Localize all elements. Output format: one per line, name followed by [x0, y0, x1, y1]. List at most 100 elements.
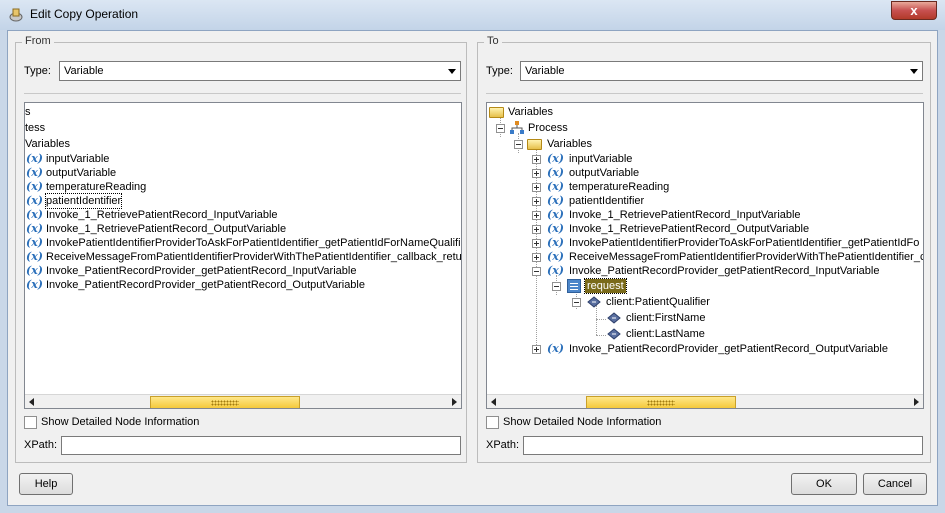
tree-guide-line	[536, 149, 537, 351]
tree-label: Variables	[508, 106, 554, 118]
scroll-left-button[interactable]	[25, 395, 40, 408]
from-xpath-label: XPath:	[24, 439, 58, 451]
tree-label: InvokePatientIdentifierProviderToAskForP…	[46, 237, 461, 249]
chevron-down-icon	[448, 69, 456, 74]
tree-label: Invoke_1_RetrievePatientRecord_OutputVar…	[569, 223, 810, 235]
tree-label: Variables	[25, 138, 71, 150]
tree-label: Process	[528, 122, 568, 134]
expand-icon[interactable]	[532, 155, 541, 164]
close-button[interactable]: x	[891, 1, 937, 20]
tree-label: client:PatientQualifier	[606, 296, 710, 308]
from-separator	[24, 93, 461, 94]
variable-x-icon: (x)	[547, 342, 564, 355]
expand-icon[interactable]	[532, 345, 541, 354]
to-xpath-input[interactable]	[523, 436, 923, 455]
window-title: Edit Copy Operation	[30, 7, 139, 21]
variable-x-icon: (x)	[547, 236, 564, 249]
collapse-icon[interactable]	[496, 124, 505, 133]
tree-label: Invoke_PatientRecordProvider_getPatientR…	[46, 265, 357, 277]
variable-x-icon: (x)	[547, 264, 564, 277]
dialog-body: From Type: Variable s tess Variables (x)…	[7, 30, 938, 506]
process-icon	[510, 121, 524, 134]
cancel-button[interactable]: Cancel	[863, 473, 927, 495]
arrow-right-icon	[452, 398, 457, 406]
ok-button[interactable]: OK	[791, 473, 857, 495]
from-show-details-label: Show Detailed Node Information	[41, 416, 200, 428]
tree-guide-line	[596, 305, 597, 335]
tree-label: ReceiveMessageFromPatientIdentifierProvi…	[569, 251, 924, 263]
variable-x-icon: (x)	[26, 250, 43, 263]
variable-x-icon: (x)	[26, 278, 43, 291]
grip-icon	[647, 400, 675, 406]
variable-x-icon: (x)	[26, 236, 43, 249]
grip-icon	[211, 400, 239, 406]
element-diamond-icon	[587, 296, 601, 308]
to-separator	[486, 93, 923, 94]
tree-label: Invoke_1_RetrievePatientRecord_InputVari…	[569, 209, 801, 221]
expand-icon[interactable]	[532, 253, 541, 262]
to-type-value: Variable	[525, 65, 565, 77]
element-diamond-icon	[607, 328, 621, 340]
expand-icon[interactable]	[532, 169, 541, 178]
tree-label: Invoke_PatientRecordProvider_getPatientR…	[569, 265, 880, 277]
from-tree[interactable]: s tess Variables (x) inputVariable (x) out…	[24, 102, 462, 409]
to-show-details-checkbox[interactable]	[486, 416, 499, 429]
variable-x-icon: (x)	[547, 152, 564, 165]
tree-label: inputVariable	[569, 153, 633, 165]
tree-label: inputVariable	[46, 153, 110, 165]
variable-x-icon: (x)	[547, 166, 564, 179]
expand-icon[interactable]	[532, 225, 541, 234]
from-type-select[interactable]: Variable	[59, 61, 461, 81]
from-show-details-checkbox[interactable]	[24, 416, 37, 429]
variable-x-icon: (x)	[547, 180, 564, 193]
collapse-icon[interactable]	[552, 282, 561, 291]
help-button[interactable]: Help	[19, 473, 73, 495]
tree-guide-line	[596, 319, 606, 320]
scroll-right-button[interactable]	[908, 395, 923, 408]
title-bar: Edit Copy Operation x	[0, 0, 945, 30]
to-horizontal-scrollbar[interactable]	[487, 394, 923, 408]
app-icon	[9, 8, 23, 22]
expand-icon[interactable]	[532, 239, 541, 248]
expand-icon[interactable]	[532, 183, 541, 192]
tree-label-selected: request	[584, 278, 627, 294]
tree-label: InvokePatientIdentifierProviderToAskForP…	[569, 237, 920, 249]
to-type-label: Type:	[486, 65, 513, 77]
to-show-details-label: Show Detailed Node Information	[503, 416, 662, 428]
scroll-left-button[interactable]	[487, 395, 502, 408]
tree-label: patientIdentifier	[569, 195, 645, 207]
collapse-icon[interactable]	[572, 298, 581, 307]
from-xpath-input[interactable]	[61, 436, 461, 455]
tree-label: Invoke_1_RetrievePatientRecord_OutputVar…	[46, 223, 287, 235]
tree-label: outputVariable	[569, 167, 640, 179]
expand-icon[interactable]	[532, 197, 541, 206]
variable-x-icon: (x)	[547, 208, 564, 221]
variable-x-icon: (x)	[26, 194, 43, 207]
variable-x-icon: (x)	[26, 264, 43, 277]
collapse-icon[interactable]	[532, 267, 541, 276]
variable-x-icon: (x)	[26, 152, 43, 165]
to-tree[interactable]: Variables Process Variables (x) inputVari…	[486, 102, 924, 409]
from-horizontal-scrollbar[interactable]	[25, 394, 461, 408]
scroll-right-button[interactable]	[446, 395, 461, 408]
tree-label: Invoke_PatientRecordProvider_getPatientR…	[46, 279, 365, 291]
scroll-thumb[interactable]	[150, 396, 300, 408]
from-group-title: From	[22, 35, 54, 47]
chevron-down-icon	[910, 69, 918, 74]
collapse-icon[interactable]	[514, 140, 523, 149]
expand-icon[interactable]	[532, 211, 541, 220]
variable-x-icon: (x)	[547, 250, 564, 263]
tree-label: Variables	[547, 138, 593, 150]
variable-x-icon: (x)	[26, 180, 43, 193]
element-diamond-icon	[607, 312, 621, 324]
to-type-select[interactable]: Variable	[520, 61, 923, 81]
arrow-left-icon	[491, 398, 496, 406]
from-group: From Type: Variable s tess Variables (x)…	[15, 35, 467, 463]
tree-guide-line	[596, 335, 606, 336]
tree-label-selected: patientIdentifier	[44, 193, 123, 209]
tree-label: ReceiveMessageFromPatientIdentifierProvi…	[46, 251, 462, 263]
arrow-right-icon	[914, 398, 919, 406]
tree-label: tess	[25, 122, 46, 134]
scroll-thumb[interactable]	[586, 396, 736, 408]
to-group-title: To	[484, 35, 502, 47]
